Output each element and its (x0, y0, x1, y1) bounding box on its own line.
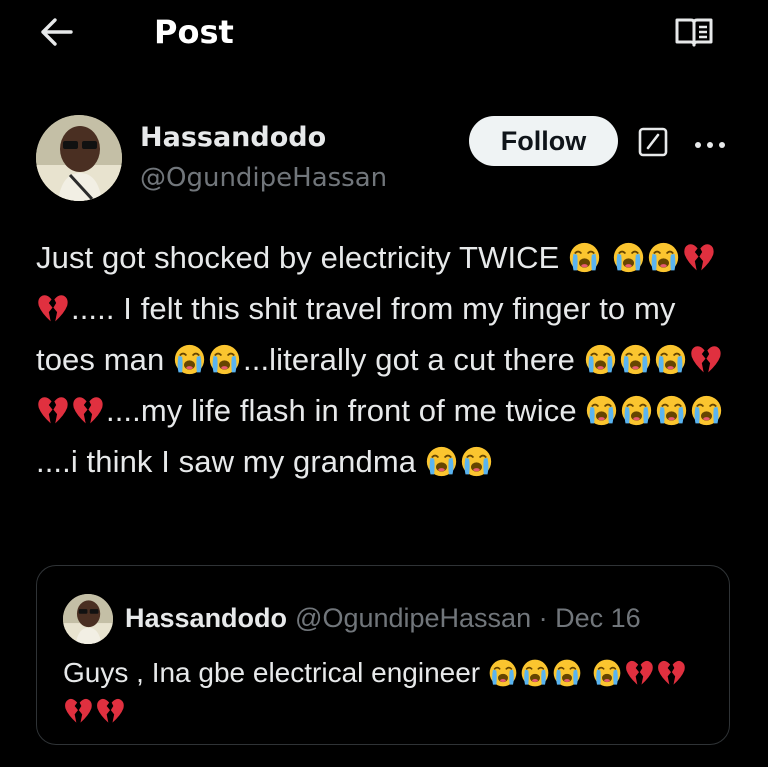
crying-face-emoji-icon (619, 340, 652, 375)
crying-face-emoji-icon (568, 238, 601, 273)
crying-face-emoji-icon (173, 340, 206, 375)
crying-face-emoji-icon (654, 340, 687, 375)
grok-icon (637, 126, 669, 162)
broken-heart-emoji-icon (36, 289, 69, 322)
broken-heart-emoji-icon (71, 391, 104, 424)
avatar[interactable] (36, 115, 122, 201)
crying-face-emoji-icon (460, 442, 493, 477)
broken-heart-emoji-icon (624, 658, 654, 688)
quoted-author-handle: @OgundipeHassan (295, 603, 532, 633)
back-button[interactable] (34, 12, 78, 56)
quoted-separator: · (538, 603, 548, 633)
text-segment: ....my life flash in front of me twice (106, 393, 586, 428)
broken-heart-emoji-icon (682, 238, 715, 271)
avatar-image (36, 115, 122, 201)
crying-face-emoji-icon (425, 442, 458, 477)
text-segment: Guys , Ina gbe electrical engineer (63, 657, 488, 688)
text-segment (584, 657, 592, 688)
quoted-avatar (63, 594, 113, 644)
broken-heart-emoji-icon (656, 658, 686, 688)
crying-face-emoji-icon (647, 238, 680, 273)
crying-face-emoji-icon (520, 658, 550, 688)
reader-mode-button[interactable] (668, 12, 720, 56)
crying-face-emoji-icon (585, 391, 618, 426)
crying-face-emoji-icon (488, 658, 518, 688)
crying-face-emoji-icon (584, 340, 617, 375)
arrow-left-icon (39, 17, 73, 51)
author-handle[interactable]: @OgundipeHassan (140, 161, 387, 195)
quoted-post[interactable]: Hassandodo @OgundipeHassan · Dec 16 Guys … (36, 565, 730, 745)
more-dots-icon (693, 135, 727, 154)
crying-face-emoji-icon (552, 658, 582, 688)
broken-heart-emoji-icon (63, 696, 93, 726)
more-button[interactable] (690, 127, 730, 161)
quoted-author-name: Hassandodo (125, 603, 288, 633)
post-text: Just got shocked by electricity TWICE ..… (36, 232, 736, 487)
text-segment: Just got shocked by electricity TWICE (36, 240, 569, 275)
quoted-text: Guys , Ina gbe electrical engineer (63, 654, 713, 730)
crying-face-emoji-icon (655, 391, 688, 426)
text-segment (603, 240, 612, 275)
follow-button[interactable]: Follow (469, 116, 618, 166)
broken-heart-emoji-icon (95, 696, 125, 726)
page-title: Post (154, 13, 234, 51)
reader-mode-icon (674, 16, 714, 52)
author-name[interactable]: Hassandodo (140, 121, 326, 155)
quoted-header: Hassandodo @OgundipeHassan · Dec 16 (125, 600, 715, 636)
crying-face-emoji-icon (592, 658, 622, 688)
crying-face-emoji-icon (208, 340, 241, 375)
crying-face-emoji-icon (620, 391, 653, 426)
crying-face-emoji-icon (612, 238, 645, 273)
text-segment: ....i think I saw my grandma (36, 444, 425, 479)
broken-heart-emoji-icon (689, 340, 722, 373)
grok-button[interactable] (636, 127, 670, 161)
text-segment: ...literally got a cut there (243, 342, 584, 377)
crying-face-emoji-icon (690, 391, 723, 426)
broken-heart-emoji-icon (36, 391, 69, 424)
quoted-date: Dec 16 (555, 603, 641, 633)
quoted-avatar-image (63, 594, 113, 644)
author-row: Hassandodo @OgundipeHassan Follow (0, 105, 768, 205)
top-bar: Post (0, 0, 768, 66)
